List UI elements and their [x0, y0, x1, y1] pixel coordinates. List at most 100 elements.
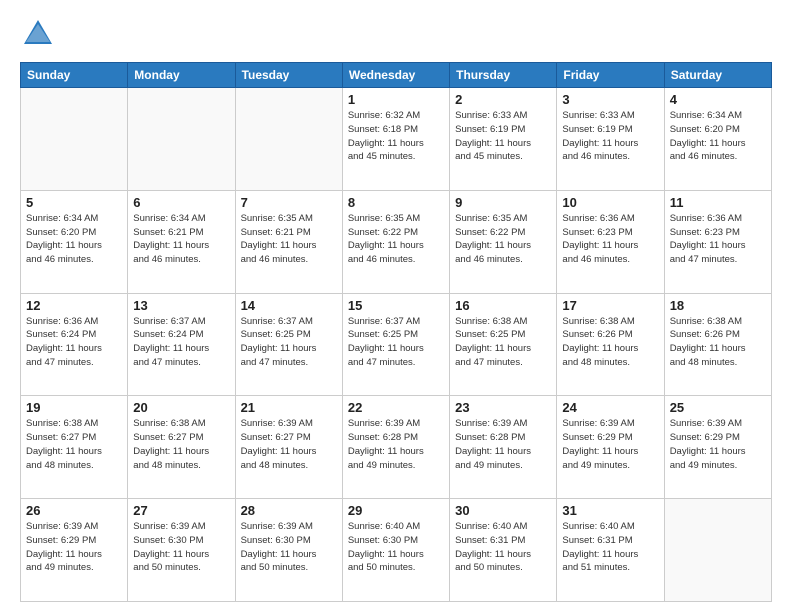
day-number: 13: [133, 298, 229, 313]
day-info: Sunrise: 6:38 AM Sunset: 6:27 PM Dayligh…: [26, 417, 122, 472]
day-cell-14: 14 Sunrise: 6:37 AM Sunset: 6:25 PM Dayli…: [235, 293, 342, 396]
day-number: 20: [133, 400, 229, 415]
day-number: 19: [26, 400, 122, 415]
day-info: Sunrise: 6:40 AM Sunset: 6:31 PM Dayligh…: [562, 520, 658, 575]
week-row-4: 26Sunrise: 6:39 AM Sunset: 6:29 PM Dayli…: [21, 499, 772, 602]
day-cell-23: 23 Sunrise: 6:39 AM Sunset: 6:28 PM Dayli…: [450, 396, 557, 499]
weekday-header-row: SundayMondayTuesdayWednesdayThursdayFrid…: [21, 63, 772, 88]
day-info: Sunrise: 6:39 AM Sunset: 6:28 PM Dayligh…: [348, 417, 444, 472]
day-number: 6: [133, 195, 229, 210]
day-info: Sunrise: 6:33 AM Sunset: 6:19 PM Dayligh…: [562, 109, 658, 164]
day-number: 18: [670, 298, 766, 313]
day-number: 11: [670, 195, 766, 210]
weekday-header-friday: Friday: [557, 63, 664, 88]
day-cell-11: 11 Sunrise: 6:36 AM Sunset: 6:23 PM Dayli…: [664, 190, 771, 293]
day-info: Sunrise: 6:39 AM Sunset: 6:30 PM Dayligh…: [133, 520, 229, 575]
day-cell-4: 4 Sunrise: 6:34 AM Sunset: 6:20 PM Daylig…: [664, 88, 771, 191]
day-info: Sunrise: 6:35 AM Sunset: 6:22 PM Dayligh…: [348, 212, 444, 267]
day-number: 12: [26, 298, 122, 313]
day-number: 3: [562, 92, 658, 107]
day-cell-8: 8 Sunrise: 6:35 AM Sunset: 6:22 PM Daylig…: [342, 190, 449, 293]
day-number: 21: [241, 400, 337, 415]
day-number: 5: [26, 195, 122, 210]
empty-cell: [128, 88, 235, 191]
day-info: Sunrise: 6:37 AM Sunset: 6:24 PM Dayligh…: [133, 315, 229, 370]
day-cell-7: 7 Sunrise: 6:35 AM Sunset: 6:21 PM Daylig…: [235, 190, 342, 293]
day-number: 27: [133, 503, 229, 518]
day-number: 22: [348, 400, 444, 415]
day-number: 7: [241, 195, 337, 210]
week-row-0: 1 Sunrise: 6:32 AM Sunset: 6:18 PM Daylig…: [21, 88, 772, 191]
day-cell-19: 19 Sunrise: 6:38 AM Sunset: 6:27 PM Dayli…: [21, 396, 128, 499]
day-info: Sunrise: 6:38 AM Sunset: 6:25 PM Dayligh…: [455, 315, 551, 370]
logo-icon: [20, 16, 56, 52]
day-info: Sunrise: 6:36 AM Sunset: 6:23 PM Dayligh…: [562, 212, 658, 267]
day-cell-29: 29 Sunrise: 6:40 AM Sunset: 6:30 PM Dayli…: [342, 499, 449, 602]
day-cell-5: 5Sunrise: 6:34 AM Sunset: 6:20 PM Daylig…: [21, 190, 128, 293]
weekday-header-thursday: Thursday: [450, 63, 557, 88]
header: [20, 16, 772, 52]
day-number: 14: [241, 298, 337, 313]
day-number: 23: [455, 400, 551, 415]
day-cell-24: 24Sunrise: 6:39 AM Sunset: 6:29 PM Dayli…: [557, 396, 664, 499]
day-number: 16: [455, 298, 551, 313]
day-cell-31: 31 Sunrise: 6:40 AM Sunset: 6:31 PM Dayli…: [557, 499, 664, 602]
day-info: Sunrise: 6:37 AM Sunset: 6:25 PM Dayligh…: [241, 315, 337, 370]
day-info: Sunrise: 6:36 AM Sunset: 6:23 PM Dayligh…: [670, 212, 766, 267]
day-cell-18: 18 Sunrise: 6:38 AM Sunset: 6:26 PM Dayli…: [664, 293, 771, 396]
day-cell-13: 13 Sunrise: 6:37 AM Sunset: 6:24 PM Dayli…: [128, 293, 235, 396]
day-number: 26: [26, 503, 122, 518]
calendar-table: SundayMondayTuesdayWednesdayThursdayFrid…: [20, 62, 772, 602]
day-info: Sunrise: 6:39 AM Sunset: 6:29 PM Dayligh…: [670, 417, 766, 472]
day-cell-6: 6Sunrise: 6:34 AM Sunset: 6:21 PM Daylig…: [128, 190, 235, 293]
week-row-1: 5Sunrise: 6:34 AM Sunset: 6:20 PM Daylig…: [21, 190, 772, 293]
day-number: 30: [455, 503, 551, 518]
day-number: 8: [348, 195, 444, 210]
day-info: Sunrise: 6:32 AM Sunset: 6:18 PM Dayligh…: [348, 109, 444, 164]
day-number: 1: [348, 92, 444, 107]
logo: [20, 16, 60, 52]
day-info: Sunrise: 6:39 AM Sunset: 6:30 PM Dayligh…: [241, 520, 337, 575]
empty-cell: [664, 499, 771, 602]
day-info: Sunrise: 6:38 AM Sunset: 6:27 PM Dayligh…: [133, 417, 229, 472]
week-row-2: 12 Sunrise: 6:36 AM Sunset: 6:24 PM Dayli…: [21, 293, 772, 396]
day-info: Sunrise: 6:34 AM Sunset: 6:20 PM Dayligh…: [670, 109, 766, 164]
day-cell-15: 15Sunrise: 6:37 AM Sunset: 6:25 PM Dayli…: [342, 293, 449, 396]
day-cell-1: 1 Sunrise: 6:32 AM Sunset: 6:18 PM Daylig…: [342, 88, 449, 191]
day-cell-9: 9 Sunrise: 6:35 AM Sunset: 6:22 PM Daylig…: [450, 190, 557, 293]
day-info: Sunrise: 6:37 AM Sunset: 6:25 PM Dayligh…: [348, 315, 444, 370]
day-info: Sunrise: 6:39 AM Sunset: 6:29 PM Dayligh…: [562, 417, 658, 472]
day-info: Sunrise: 6:39 AM Sunset: 6:28 PM Dayligh…: [455, 417, 551, 472]
day-cell-28: 28 Sunrise: 6:39 AM Sunset: 6:30 PM Dayli…: [235, 499, 342, 602]
day-info: Sunrise: 6:35 AM Sunset: 6:22 PM Dayligh…: [455, 212, 551, 267]
day-info: Sunrise: 6:40 AM Sunset: 6:31 PM Dayligh…: [455, 520, 551, 575]
day-number: 28: [241, 503, 337, 518]
day-cell-27: 27 Sunrise: 6:39 AM Sunset: 6:30 PM Dayli…: [128, 499, 235, 602]
day-cell-30: 30 Sunrise: 6:40 AM Sunset: 6:31 PM Dayli…: [450, 499, 557, 602]
day-cell-25: 25 Sunrise: 6:39 AM Sunset: 6:29 PM Dayli…: [664, 396, 771, 499]
day-number: 4: [670, 92, 766, 107]
day-number: 9: [455, 195, 551, 210]
day-info: Sunrise: 6:40 AM Sunset: 6:30 PM Dayligh…: [348, 520, 444, 575]
day-number: 2: [455, 92, 551, 107]
day-cell-12: 12 Sunrise: 6:36 AM Sunset: 6:24 PM Dayli…: [21, 293, 128, 396]
day-cell-16: 16 Sunrise: 6:38 AM Sunset: 6:25 PM Dayli…: [450, 293, 557, 396]
weekday-header-monday: Monday: [128, 63, 235, 88]
weekday-header-sunday: Sunday: [21, 63, 128, 88]
day-info: Sunrise: 6:33 AM Sunset: 6:19 PM Dayligh…: [455, 109, 551, 164]
day-number: 17: [562, 298, 658, 313]
day-cell-20: 20 Sunrise: 6:38 AM Sunset: 6:27 PM Dayli…: [128, 396, 235, 499]
day-cell-21: 21Sunrise: 6:39 AM Sunset: 6:27 PM Dayli…: [235, 396, 342, 499]
empty-cell: [235, 88, 342, 191]
day-cell-22: 22 Sunrise: 6:39 AM Sunset: 6:28 PM Dayli…: [342, 396, 449, 499]
week-row-3: 19 Sunrise: 6:38 AM Sunset: 6:27 PM Dayli…: [21, 396, 772, 499]
day-cell-3: 3 Sunrise: 6:33 AM Sunset: 6:19 PM Daylig…: [557, 88, 664, 191]
day-info: Sunrise: 6:38 AM Sunset: 6:26 PM Dayligh…: [562, 315, 658, 370]
day-info: Sunrise: 6:38 AM Sunset: 6:26 PM Dayligh…: [670, 315, 766, 370]
day-cell-17: 17 Sunrise: 6:38 AM Sunset: 6:26 PM Dayli…: [557, 293, 664, 396]
day-number: 31: [562, 503, 658, 518]
day-info: Sunrise: 6:35 AM Sunset: 6:21 PM Dayligh…: [241, 212, 337, 267]
day-number: 25: [670, 400, 766, 415]
day-number: 29: [348, 503, 444, 518]
day-info: Sunrise: 6:36 AM Sunset: 6:24 PM Dayligh…: [26, 315, 122, 370]
